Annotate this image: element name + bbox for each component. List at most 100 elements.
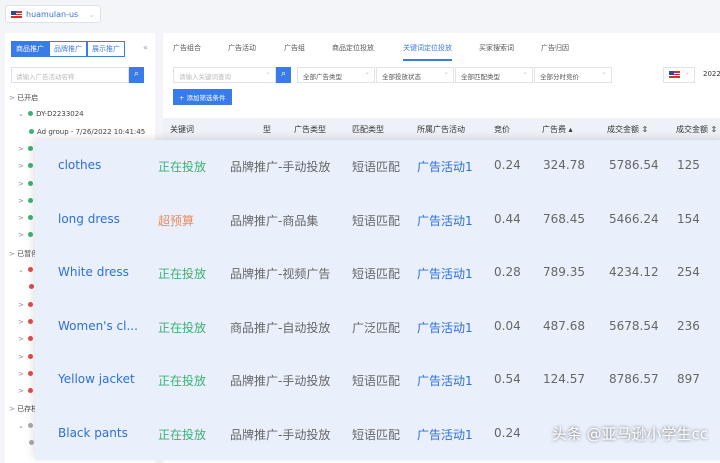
tree-item[interactable]: > 已存档 bbox=[9, 404, 38, 414]
ad-type-segment: 商品推广 品牌推广 展示推广 bbox=[11, 41, 125, 57]
cell-match: 短语匹配 bbox=[352, 428, 401, 442]
cell-match: 短语匹配 bbox=[352, 160, 401, 174]
cell-n: 236 bbox=[677, 318, 700, 333]
filter-status[interactable]: 全部投放状态 bbox=[376, 67, 454, 83]
tree-item[interactable]: > 已开启 bbox=[9, 93, 38, 103]
tab-5[interactable]: 买家搜索词 bbox=[479, 43, 514, 53]
column-header: 竞价 bbox=[494, 125, 510, 134]
search-icon[interactable]: ⌕ bbox=[129, 67, 144, 83]
filter-bid[interactable]: 全部分时竞价 bbox=[534, 67, 612, 83]
status-dot-icon bbox=[28, 197, 34, 203]
marketplace-select[interactable] bbox=[663, 67, 695, 83]
column-header[interactable]: 广告费 ▴ bbox=[542, 124, 573, 135]
chevron-icon: ⌄ bbox=[18, 421, 27, 430]
chevron-icon: > bbox=[18, 214, 27, 223]
tree-item[interactable]: > 已暂停 bbox=[9, 249, 38, 259]
cell-spend: 768.45 bbox=[543, 211, 585, 226]
cell-kw[interactable]: Black pants bbox=[58, 426, 128, 440]
cell-kw[interactable]: Women's cl... bbox=[58, 319, 138, 333]
keyword-table-zoom: clothes 正在投放 品牌推广-手动投放 短语匹配 广告活动1 0.24 324.78 5… bbox=[35, 140, 720, 460]
status-dot-icon bbox=[29, 440, 34, 445]
cell-match: 广泛匹配 bbox=[352, 320, 401, 335]
status-dot-icon bbox=[29, 128, 34, 134]
tab-4[interactable]: 关键词定位投放 bbox=[403, 43, 452, 61]
segment-sd[interactable]: 展示推广 bbox=[87, 41, 125, 57]
cell-spend: 124.57 bbox=[543, 372, 585, 387]
tab-6[interactable]: 广告归因 bbox=[541, 43, 569, 53]
status-dot-icon bbox=[28, 145, 34, 151]
status-dot-icon bbox=[28, 267, 34, 272]
cell-bid: 0.24 bbox=[494, 426, 521, 440]
table-header: 关键词 型 广告类型 匹配类型 所属广告活动 竞价 广告费 ▴ 成交金额 ⇕ 成交金额 ⇕ bbox=[163, 118, 720, 140]
chevron-icon: > bbox=[18, 144, 27, 153]
segment-sp[interactable]: 商品推广 bbox=[11, 41, 49, 57]
cell-spend: 324.78 bbox=[543, 158, 585, 172]
tab-2[interactable]: 广告组 bbox=[284, 43, 305, 53]
cell-camp[interactable]: 广告活动1 bbox=[417, 319, 473, 336]
cell-type: 品牌推广-手动投放 bbox=[230, 160, 331, 174]
add-filter-button[interactable]: + 添加筛选条件 bbox=[173, 89, 232, 105]
table-row: long dress 超预算 品牌推广-商品集 短语匹配 广告活动1 0.44 768.45… bbox=[35, 194, 720, 247]
status-dot-icon bbox=[28, 336, 34, 342]
table-row: Women's cl... 正在投放 商品推广-自动投放 广泛匹配 广告活动1 0.04 4… bbox=[35, 301, 720, 354]
cell-spend: 789.35 bbox=[543, 265, 585, 280]
shop-selector[interactable]: huamulan-us ⌄ bbox=[5, 5, 101, 23]
column-header[interactable]: 成交金额 ⇕ bbox=[676, 124, 717, 135]
chevron-icon: > bbox=[18, 300, 27, 309]
tree-item[interactable]: ⌄ DY-D2233024 bbox=[18, 110, 84, 118]
cell-kw[interactable]: White dress bbox=[58, 265, 129, 279]
collapse-icon[interactable]: « bbox=[143, 43, 148, 52]
search-icon[interactable]: ⌕ bbox=[276, 67, 291, 83]
campaign-search-input[interactable]: 请输入广告活动名称 bbox=[11, 67, 129, 83]
cell-bid: 0.44 bbox=[494, 211, 521, 226]
table-row: Yellow jacket 正在投放 品牌推广-手动投放 短语匹配 广告活动1 0.54 1… bbox=[35, 354, 720, 407]
cell-status: 正在投放 bbox=[158, 374, 207, 389]
chevron-icon: > bbox=[18, 317, 27, 326]
tree-item-label: Ad group - 7/26/2022 10:41:45 bbox=[37, 127, 146, 136]
watermark: 头条 @亚马逊小学生cc bbox=[551, 425, 708, 443]
cell-camp[interactable]: 广告活动1 bbox=[417, 265, 473, 282]
segment-sb[interactable]: 品牌推广 bbox=[49, 41, 87, 57]
chevron-icon: > bbox=[18, 162, 27, 171]
cell-type: 品牌推广-手动投放 bbox=[230, 374, 331, 389]
cell-bid: 0.24 bbox=[494, 158, 521, 172]
chevron-icon: > bbox=[9, 405, 18, 414]
cell-status: 正在投放 bbox=[158, 428, 207, 442]
column-header[interactable]: 成交金额 ⇕ bbox=[607, 124, 648, 135]
cell-status: 正在投放 bbox=[158, 160, 207, 174]
tab-1[interactable]: 广告活动 bbox=[228, 43, 256, 53]
cell-camp[interactable]: 广告活动1 bbox=[417, 158, 473, 175]
us-flag-icon bbox=[669, 71, 680, 78]
tab-0[interactable]: 广告组合 bbox=[173, 43, 201, 53]
cell-match: 短语匹配 bbox=[352, 374, 401, 389]
cell-n: 154 bbox=[677, 211, 700, 226]
cell-n: 897 bbox=[677, 372, 700, 387]
cell-status: 超预算 bbox=[158, 213, 195, 228]
cell-camp[interactable]: 广告活动1 bbox=[417, 426, 473, 443]
keyword-search-input[interactable]: 请输入关键词查询 bbox=[173, 67, 276, 83]
chevron-icon: > bbox=[18, 369, 27, 378]
status-dot-icon bbox=[28, 111, 34, 117]
tab-3[interactable]: 商品定位投放 bbox=[332, 43, 374, 53]
status-dot-icon bbox=[28, 163, 34, 169]
chevron-icon: > bbox=[18, 335, 27, 344]
cell-match: 短语匹配 bbox=[352, 213, 401, 228]
cell-kw[interactable]: Yellow jacket bbox=[58, 372, 135, 386]
cell-camp[interactable]: 广告活动1 bbox=[417, 372, 473, 389]
chevron-icon: > bbox=[18, 352, 27, 361]
cell-type: 品牌推广-商品集 bbox=[230, 213, 319, 228]
filter-ad-type[interactable]: 全部广告类型 bbox=[297, 67, 375, 83]
date-range[interactable]: 2022 bbox=[703, 70, 720, 78]
cell-kw[interactable]: clothes bbox=[58, 158, 101, 172]
chevron-icon: > bbox=[18, 231, 27, 240]
chevron-icon: > bbox=[9, 94, 18, 102]
cell-kw[interactable]: long dress bbox=[58, 212, 120, 226]
cell-sales: 5786.54 bbox=[609, 158, 659, 172]
cell-sales: 8786.57 bbox=[609, 372, 659, 387]
cell-sales: 5466.24 bbox=[609, 211, 659, 226]
filter-match-type[interactable]: 全部匹配类型 bbox=[455, 67, 533, 83]
cell-camp[interactable]: 广告活动1 bbox=[417, 212, 473, 229]
tree-item[interactable]: Ad group - 7/26/2022 10:41:45 bbox=[27, 128, 145, 136]
table-row: White dress 正在投放 品牌推广-视频广告 短语匹配 广告活动1 0.28 789… bbox=[35, 247, 720, 300]
cell-sales: 4234.12 bbox=[609, 265, 659, 280]
